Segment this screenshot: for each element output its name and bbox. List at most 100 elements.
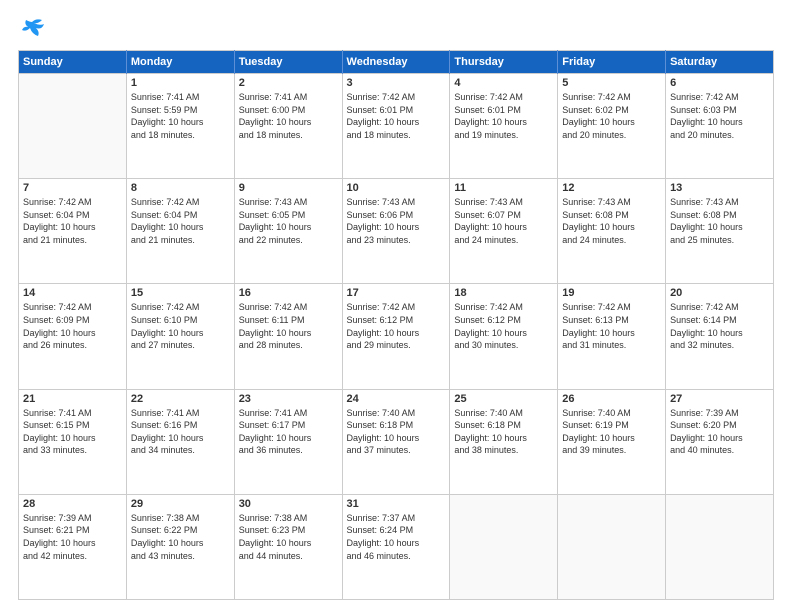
page: SundayMondayTuesdayWednesdayThursdayFrid… bbox=[0, 0, 792, 612]
day-number: 10 bbox=[347, 182, 446, 194]
day-number: 2 bbox=[239, 77, 338, 89]
day-info: Sunrise: 7:41 AMSunset: 6:15 PMDaylight:… bbox=[23, 407, 122, 457]
day-number: 27 bbox=[670, 393, 769, 405]
day-number: 8 bbox=[131, 182, 230, 194]
day-info: Sunrise: 7:42 AMSunset: 6:02 PMDaylight:… bbox=[562, 91, 661, 141]
day-info: Sunrise: 7:43 AMSunset: 6:08 PMDaylight:… bbox=[670, 196, 769, 246]
header bbox=[18, 18, 774, 40]
calendar-cell: 18Sunrise: 7:42 AMSunset: 6:12 PMDayligh… bbox=[450, 284, 558, 389]
calendar-cell: 28 Sunrise: 7:39 AMSunset: 6:21 PMDayligh… bbox=[19, 494, 127, 599]
calendar-header: SundayMondayTuesdayWednesdayThursdayFrid… bbox=[19, 51, 774, 74]
day-number: 28 bbox=[23, 498, 122, 510]
calendar-body: 1Sunrise: 7:41 AMSunset: 5:59 PMDaylight… bbox=[19, 74, 774, 600]
day-info: Sunrise: 7:43 AMSunset: 6:06 PMDaylight:… bbox=[347, 196, 446, 246]
calendar-cell: 31 Sunrise: 7:37 AMSunset: 6:24 PMDayligh… bbox=[342, 494, 450, 599]
calendar-cell: 12 Sunrise: 7:43 AMSunset: 6:08 PMDayligh… bbox=[558, 179, 666, 284]
calendar-cell: 1Sunrise: 7:41 AMSunset: 5:59 PMDaylight… bbox=[126, 74, 234, 179]
week-row-1: 7 Sunrise: 7:42 AMSunset: 6:04 PMDaylight… bbox=[19, 179, 774, 284]
day-number: 24 bbox=[347, 393, 446, 405]
day-info: Sunrise: 7:42 AMSunset: 6:11 PMDaylight:… bbox=[239, 301, 338, 351]
week-row-0: 1Sunrise: 7:41 AMSunset: 5:59 PMDaylight… bbox=[19, 74, 774, 179]
day-number: 5 bbox=[562, 77, 661, 89]
day-info: Sunrise: 7:41 AMSunset: 6:17 PMDaylight:… bbox=[239, 407, 338, 457]
day-info: Sunrise: 7:42 AMSunset: 6:13 PMDaylight:… bbox=[562, 301, 661, 351]
day-number: 21 bbox=[23, 393, 122, 405]
day-number: 31 bbox=[347, 498, 446, 510]
day-info: Sunrise: 7:42 AMSunset: 6:04 PMDaylight:… bbox=[131, 196, 230, 246]
day-number: 7 bbox=[23, 182, 122, 194]
calendar-cell bbox=[666, 494, 774, 599]
day-info: Sunrise: 7:42 AMSunset: 6:09 PMDaylight:… bbox=[23, 301, 122, 351]
logo bbox=[18, 18, 50, 40]
calendar-cell: 17 Sunrise: 7:42 AMSunset: 6:12 PMDayligh… bbox=[342, 284, 450, 389]
calendar-cell bbox=[558, 494, 666, 599]
calendar-cell: 10 Sunrise: 7:43 AMSunset: 6:06 PMDayligh… bbox=[342, 179, 450, 284]
calendar-cell: 23 Sunrise: 7:41 AMSunset: 6:17 PMDayligh… bbox=[234, 389, 342, 494]
logo-bird-icon bbox=[18, 18, 46, 40]
calendar-cell: 16Sunrise: 7:42 AMSunset: 6:11 PMDayligh… bbox=[234, 284, 342, 389]
day-info: Sunrise: 7:42 AMSunset: 6:10 PMDaylight:… bbox=[131, 301, 230, 351]
day-number: 3 bbox=[347, 77, 446, 89]
day-info: Sunrise: 7:42 AMSunset: 6:03 PMDaylight:… bbox=[670, 91, 769, 141]
header-day-saturday: Saturday bbox=[666, 51, 774, 74]
day-info: Sunrise: 7:39 AMSunset: 6:21 PMDaylight:… bbox=[23, 512, 122, 562]
calendar-cell: 20 Sunrise: 7:42 AMSunset: 6:14 PMDayligh… bbox=[666, 284, 774, 389]
day-number: 22 bbox=[131, 393, 230, 405]
header-day-tuesday: Tuesday bbox=[234, 51, 342, 74]
day-info: Sunrise: 7:40 AMSunset: 6:19 PMDaylight:… bbox=[562, 407, 661, 457]
calendar-cell: 2Sunrise: 7:41 AMSunset: 6:00 PMDaylight… bbox=[234, 74, 342, 179]
day-number: 11 bbox=[454, 182, 553, 194]
header-row: SundayMondayTuesdayWednesdayThursdayFrid… bbox=[19, 51, 774, 74]
day-number: 17 bbox=[347, 287, 446, 299]
day-number: 4 bbox=[454, 77, 553, 89]
header-day-sunday: Sunday bbox=[19, 51, 127, 74]
day-number: 20 bbox=[670, 287, 769, 299]
calendar-cell bbox=[19, 74, 127, 179]
day-info: Sunrise: 7:43 AMSunset: 6:07 PMDaylight:… bbox=[454, 196, 553, 246]
week-row-4: 28 Sunrise: 7:39 AMSunset: 6:21 PMDayligh… bbox=[19, 494, 774, 599]
day-number: 9 bbox=[239, 182, 338, 194]
day-number: 19 bbox=[562, 287, 661, 299]
calendar-cell: 19 Sunrise: 7:42 AMSunset: 6:13 PMDayligh… bbox=[558, 284, 666, 389]
calendar-table: SundayMondayTuesdayWednesdayThursdayFrid… bbox=[18, 50, 774, 600]
calendar-cell: 6 Sunrise: 7:42 AMSunset: 6:03 PMDaylight… bbox=[666, 74, 774, 179]
day-info: Sunrise: 7:42 AMSunset: 6:12 PMDaylight:… bbox=[454, 301, 553, 351]
day-info: Sunrise: 7:43 AMSunset: 6:08 PMDaylight:… bbox=[562, 196, 661, 246]
calendar-cell: 26Sunrise: 7:40 AMSunset: 6:19 PMDayligh… bbox=[558, 389, 666, 494]
calendar-cell: 30 Sunrise: 7:38 AMSunset: 6:23 PMDayligh… bbox=[234, 494, 342, 599]
calendar-cell: 7 Sunrise: 7:42 AMSunset: 6:04 PMDaylight… bbox=[19, 179, 127, 284]
day-info: Sunrise: 7:42 AMSunset: 6:04 PMDaylight:… bbox=[23, 196, 122, 246]
day-number: 23 bbox=[239, 393, 338, 405]
calendar-cell: 8 Sunrise: 7:42 AMSunset: 6:04 PMDaylight… bbox=[126, 179, 234, 284]
day-info: Sunrise: 7:38 AMSunset: 6:23 PMDaylight:… bbox=[239, 512, 338, 562]
day-info: Sunrise: 7:37 AMSunset: 6:24 PMDaylight:… bbox=[347, 512, 446, 562]
calendar-cell: 25 Sunrise: 7:40 AMSunset: 6:18 PMDayligh… bbox=[450, 389, 558, 494]
calendar-cell: 5 Sunrise: 7:42 AMSunset: 6:02 PMDaylight… bbox=[558, 74, 666, 179]
day-number: 6 bbox=[670, 77, 769, 89]
calendar-cell: 9 Sunrise: 7:43 AMSunset: 6:05 PMDaylight… bbox=[234, 179, 342, 284]
week-row-2: 14 Sunrise: 7:42 AMSunset: 6:09 PMDayligh… bbox=[19, 284, 774, 389]
calendar-cell: 3Sunrise: 7:42 AMSunset: 6:01 PMDaylight… bbox=[342, 74, 450, 179]
day-info: Sunrise: 7:40 AMSunset: 6:18 PMDaylight:… bbox=[347, 407, 446, 457]
day-number: 30 bbox=[239, 498, 338, 510]
calendar-cell: 15 Sunrise: 7:42 AMSunset: 6:10 PMDayligh… bbox=[126, 284, 234, 389]
calendar-cell bbox=[450, 494, 558, 599]
day-info: Sunrise: 7:40 AMSunset: 6:18 PMDaylight:… bbox=[454, 407, 553, 457]
header-day-thursday: Thursday bbox=[450, 51, 558, 74]
day-info: Sunrise: 7:39 AMSunset: 6:20 PMDaylight:… bbox=[670, 407, 769, 457]
day-number: 1 bbox=[131, 77, 230, 89]
day-info: Sunrise: 7:42 AMSunset: 6:12 PMDaylight:… bbox=[347, 301, 446, 351]
day-number: 14 bbox=[23, 287, 122, 299]
calendar-cell: 27 Sunrise: 7:39 AMSunset: 6:20 PMDayligh… bbox=[666, 389, 774, 494]
calendar-cell: 22Sunrise: 7:41 AMSunset: 6:16 PMDayligh… bbox=[126, 389, 234, 494]
day-info: Sunrise: 7:43 AMSunset: 6:05 PMDaylight:… bbox=[239, 196, 338, 246]
day-number: 12 bbox=[562, 182, 661, 194]
day-number: 25 bbox=[454, 393, 553, 405]
calendar-cell: 21 Sunrise: 7:41 AMSunset: 6:15 PMDayligh… bbox=[19, 389, 127, 494]
day-number: 13 bbox=[670, 182, 769, 194]
calendar-cell: 24 Sunrise: 7:40 AMSunset: 6:18 PMDayligh… bbox=[342, 389, 450, 494]
header-day-wednesday: Wednesday bbox=[342, 51, 450, 74]
day-number: 15 bbox=[131, 287, 230, 299]
calendar-cell: 14 Sunrise: 7:42 AMSunset: 6:09 PMDayligh… bbox=[19, 284, 127, 389]
day-info: Sunrise: 7:42 AMSunset: 6:14 PMDaylight:… bbox=[670, 301, 769, 351]
